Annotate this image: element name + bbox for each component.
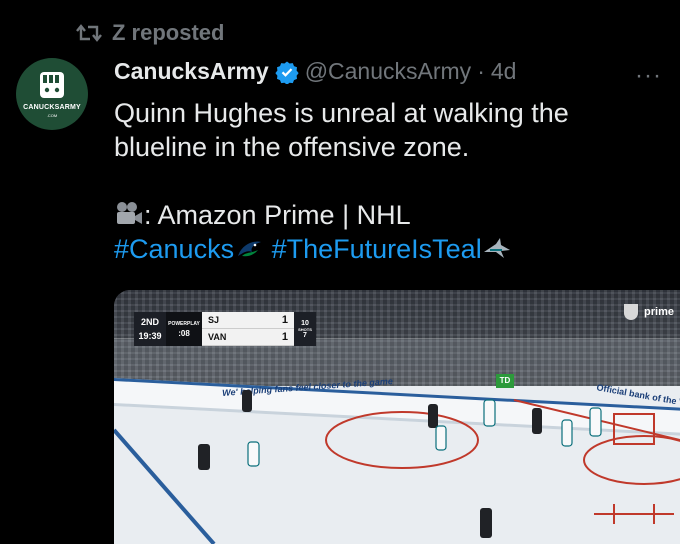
repost-label: Z reposted — [112, 20, 225, 45]
team-row-van: VAN 1 — [202, 329, 294, 346]
more-options-icon[interactable]: ··· — [635, 62, 662, 90]
tweet-hashtags: #Canucks #TheFutureIsTeal — [114, 232, 654, 266]
separator-dot: · — [477, 58, 485, 84]
credit-text: : Amazon Prime | NHL — [144, 200, 411, 230]
hashtag-future-is-teal[interactable]: #TheFutureIsTeal — [272, 234, 482, 264]
scorebug: 2ND 19:39 POWERPLAY :08 SJ 1 VAN 1 10 SH… — [134, 312, 316, 346]
author-name[interactable]: CanucksArmy — [114, 58, 269, 85]
repost-indicator[interactable]: Z reposted — [76, 20, 224, 46]
verified-badge-icon — [275, 61, 299, 84]
scorebug-period-clock: 2ND 19:39 — [134, 312, 166, 346]
tweet-credit: : Amazon Prime | NHL — [114, 198, 654, 232]
team-name: VAN — [208, 332, 227, 342]
author-handle[interactable]: @CanucksArmy — [305, 58, 472, 85]
avatar[interactable]: CANUCKSARMY .COM — [16, 58, 88, 130]
players-white — [247, 399, 602, 467]
timestamp[interactable]: 4d — [491, 58, 517, 85]
team-row-sj: SJ 1 — [202, 312, 294, 329]
scorebug-teams: SJ 1 VAN 1 — [202, 312, 294, 346]
shots-on-goal: 10 SHOTS 7 — [294, 312, 316, 346]
broadcaster-logos: prime — [624, 304, 674, 320]
shots-team1: 10 — [301, 319, 309, 327]
powerplay-indicator: POWERPLAY :08 — [166, 312, 202, 346]
team-score: 1 — [281, 331, 288, 343]
hashtag-canucks[interactable]: #Canucks — [114, 234, 234, 264]
fist-logo-icon — [40, 72, 64, 98]
sharks-icon — [483, 238, 510, 258]
team-name: SJ — [208, 315, 220, 325]
tweet-header: CanucksArmy @CanucksArmy · 4d — [114, 58, 516, 85]
game-clock: 19:39 — [138, 331, 162, 341]
powerplay-label: POWERPLAY — [168, 320, 200, 327]
repost-icon — [76, 24, 102, 42]
avatar-brand: CANUCKSARMY — [23, 104, 81, 111]
canucks-orca-icon — [238, 241, 262, 257]
period: 2ND — [140, 317, 159, 327]
shots-team2: 7 — [303, 331, 307, 339]
powerplay-time: :08 — [178, 328, 190, 338]
movie-camera-icon — [117, 202, 142, 224]
team-score: 1 — [281, 314, 288, 326]
tweet-text-line: Quinn Hughes is unreal at walking the bl… — [114, 98, 569, 162]
avatar-brand-sub: .COM — [46, 113, 58, 118]
video-player[interactable]: TD We' helping fans feel closer to the g… — [114, 290, 680, 544]
tweet-body: Quinn Hughes is unreal at walking the bl… — [114, 96, 654, 266]
nhl-shield-icon — [624, 304, 639, 320]
prime-logo: prime — [644, 306, 674, 318]
